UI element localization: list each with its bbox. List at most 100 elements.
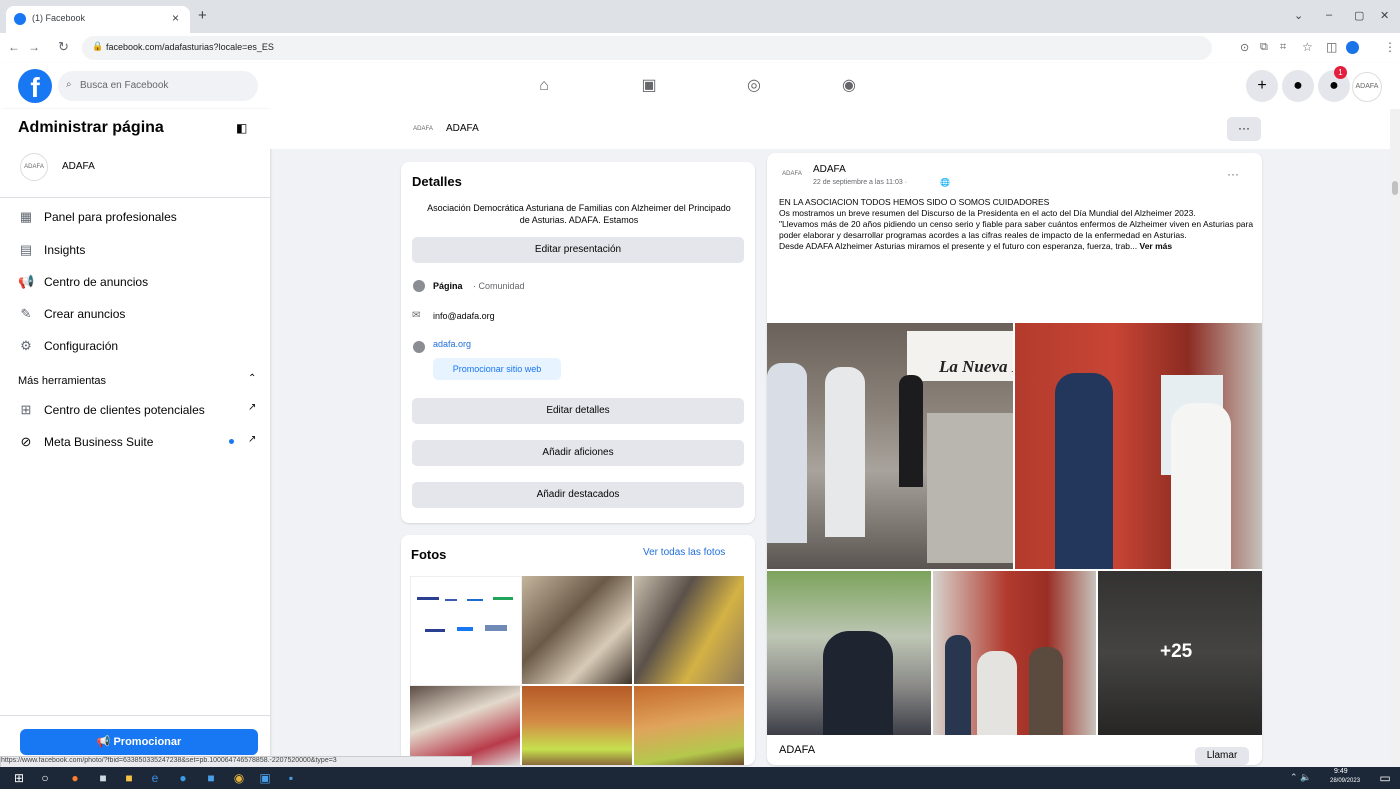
post-author-avatar[interactable]: ADAFA xyxy=(779,161,805,187)
post-timestamp[interactable]: 22 de septiembre a las 11:03 · xyxy=(813,179,907,186)
bookmark-star-icon[interactable]: ☆ xyxy=(1302,40,1313,54)
photo-thumbnail[interactable] xyxy=(522,576,632,684)
share-icon[interactable]: ⧉ xyxy=(1260,41,1268,54)
promote-button[interactable]: 📢 Promocionar xyxy=(20,729,258,755)
page-avatar[interactable]: ADAFA xyxy=(410,116,436,142)
photo-thumbnail[interactable] xyxy=(634,576,744,684)
new-tab-button[interactable]: + xyxy=(198,7,207,24)
more-photos-count[interactable]: +25 xyxy=(1160,641,1192,663)
back-icon[interactable]: ← xyxy=(8,40,20,54)
post-author[interactable]: ADAFA xyxy=(813,164,846,175)
task-view-icon[interactable]: ■ xyxy=(96,771,110,785)
sidebar-item-create-ads[interactable]: ✎ Crear anuncios xyxy=(18,300,268,328)
translate-icon[interactable]: ⌗ xyxy=(1280,41,1286,54)
sidebar-item-insights[interactable]: ▤ Insights xyxy=(18,236,268,264)
taskbar-search-icon[interactable]: ○ xyxy=(38,771,52,785)
page-scrollbar[interactable] xyxy=(1390,109,1400,765)
newspaper-sign-text: La Nueva Es xyxy=(939,357,1013,376)
extension-icon[interactable]: ⊙ xyxy=(1240,41,1249,54)
account-avatar[interactable]: ADAFA xyxy=(1352,72,1382,102)
see-more-link[interactable]: Ver más xyxy=(1140,241,1173,251)
post-paragraph: Desde ADAFA Alzheimer Asturias miramos e… xyxy=(779,241,1138,251)
file-explorer-icon[interactable]: ■ xyxy=(122,771,136,785)
sidebar-item-settings[interactable]: ⚙ Configuración xyxy=(18,332,268,360)
sidebar-item-ads-center[interactable]: 📢 Centro de anuncios xyxy=(18,268,268,296)
tab-search-icon[interactable]: ⌄ xyxy=(1294,9,1303,22)
page-title[interactable]: ADAFA xyxy=(446,123,479,134)
sidebar-item-panel[interactable]: ▦ Panel para profesionales xyxy=(18,203,268,231)
groups-icon[interactable]: ◎ xyxy=(743,75,765,97)
url-bar[interactable]: 🔒 facebook.com/adafasturias?locale=es_ES xyxy=(82,36,1212,60)
video-icon[interactable]: ▣ xyxy=(638,75,660,97)
photos-card: Fotos Ver todas las fotos xyxy=(401,535,755,765)
tab-title: (1) Facebook xyxy=(32,13,86,23)
post-photo[interactable] xyxy=(1015,323,1262,569)
profile-avatar-icon[interactable] xyxy=(1346,41,1359,54)
url-text: facebook.com/adafasturias?locale=es_ES xyxy=(106,42,274,52)
forward-icon[interactable]: → xyxy=(28,40,40,54)
add-hobbies-button[interactable]: Añadir aficiones xyxy=(412,440,744,466)
call-button[interactable]: Llamar xyxy=(1195,747,1249,765)
post-photo[interactable]: La Nueva Es xyxy=(767,323,1013,569)
manage-page-sidebar: Administrar página ◧ ADAFA ADAFA ▦ Panel… xyxy=(0,109,270,765)
website-link[interactable]: adafa.org xyxy=(433,339,471,349)
post-card: ADAFA ADAFA 22 de septiembre a las 11:03… xyxy=(767,153,1262,765)
photo-thumbnail[interactable] xyxy=(410,576,522,686)
promote-website-button[interactable]: Promocionar sitio web xyxy=(433,358,561,380)
system-tray-icon[interactable]: ⌃ 🔈 xyxy=(1290,772,1311,783)
scrollbar-thumb[interactable] xyxy=(1392,181,1398,195)
store-icon[interactable]: ■ xyxy=(204,771,218,785)
edge-icon[interactable]: e xyxy=(148,771,162,785)
add-featured-button[interactable]: Añadir destacados xyxy=(412,482,744,508)
sidebar-page-name[interactable]: ADAFA xyxy=(62,161,95,172)
external-link-icon[interactable]: ↗ xyxy=(248,402,256,413)
close-window-button[interactable]: ✕ xyxy=(1380,9,1389,22)
create-button[interactable]: + xyxy=(1246,70,1278,102)
sidebar-title: Administrar página xyxy=(18,119,164,136)
post-more-icon[interactable]: ··· xyxy=(1227,167,1239,181)
taskbar-time: 9:49 xyxy=(1334,768,1348,775)
post-footer-name[interactable]: ADAFA xyxy=(779,744,815,756)
promote-label: Promocionar xyxy=(113,736,182,748)
page-avatar[interactable]: ADAFA xyxy=(20,153,48,181)
browser-tab[interactable]: (1) Facebook × xyxy=(6,6,190,33)
firefox-icon[interactable]: ● xyxy=(68,771,82,785)
post-photo[interactable] xyxy=(933,571,1096,735)
post-photo[interactable] xyxy=(767,571,931,735)
collapse-sidebar-icon[interactable]: ◧ xyxy=(236,121,247,135)
edit-details-button[interactable]: Editar detalles xyxy=(412,398,744,424)
contact-email[interactable]: info@adafa.org xyxy=(433,311,495,321)
more-tools-header[interactable]: Más herramientas xyxy=(18,367,268,395)
notifications-center-icon[interactable]: ▭ xyxy=(1378,771,1392,785)
see-all-photos-link[interactable]: Ver todas las fotos xyxy=(643,547,725,558)
sidepanel-icon[interactable]: ◫ xyxy=(1326,40,1337,54)
app-icon[interactable]: ▪ xyxy=(284,771,298,785)
tab-close-icon[interactable]: × xyxy=(172,11,179,25)
reload-icon[interactable]: ↻ xyxy=(58,39,69,55)
photo-thumbnail[interactable] xyxy=(410,686,520,765)
page-type-label: Página xyxy=(433,281,463,291)
search-input[interactable]: ⌕ Busca en Facebook xyxy=(58,71,258,101)
sidebar-item-leads-center[interactable]: ⊞ Centro de clientes potenciales xyxy=(18,396,268,424)
photo-thumbnail[interactable] xyxy=(634,686,744,765)
edit-presentation-button[interactable]: Editar presentación xyxy=(412,237,744,263)
browser-menu-icon[interactable]: ⋮ xyxy=(1384,40,1396,54)
chevron-up-icon[interactable]: ⌃ xyxy=(248,373,256,384)
chrome-icon[interactable]: ◉ xyxy=(232,771,246,785)
windows-start-icon[interactable]: ⊞ xyxy=(12,771,26,785)
post-photo[interactable]: +25 xyxy=(1098,571,1262,735)
search-placeholder: Busca en Facebook xyxy=(80,80,169,91)
photo-thumbnail[interactable] xyxy=(522,686,632,765)
messenger-icon[interactable]: ● xyxy=(1282,70,1314,102)
app-icon[interactable]: ● xyxy=(176,771,190,785)
facebook-logo-icon[interactable]: f xyxy=(18,69,52,103)
browser-tab-strip: (1) Facebook × + ⌄ – ▢ ✕ xyxy=(0,0,1400,33)
meta-icon: ⊘ xyxy=(20,434,32,449)
gaming-icon[interactable]: ◉ xyxy=(838,75,860,97)
app-icon[interactable]: ▣ xyxy=(258,771,272,785)
external-link-icon[interactable]: ↗ xyxy=(248,434,256,445)
maximize-button[interactable]: ▢ xyxy=(1354,9,1364,22)
home-icon[interactable]: ⌂ xyxy=(533,75,555,97)
page-more-button[interactable]: ··· xyxy=(1227,117,1261,141)
minimize-button[interactable]: – xyxy=(1326,9,1332,21)
